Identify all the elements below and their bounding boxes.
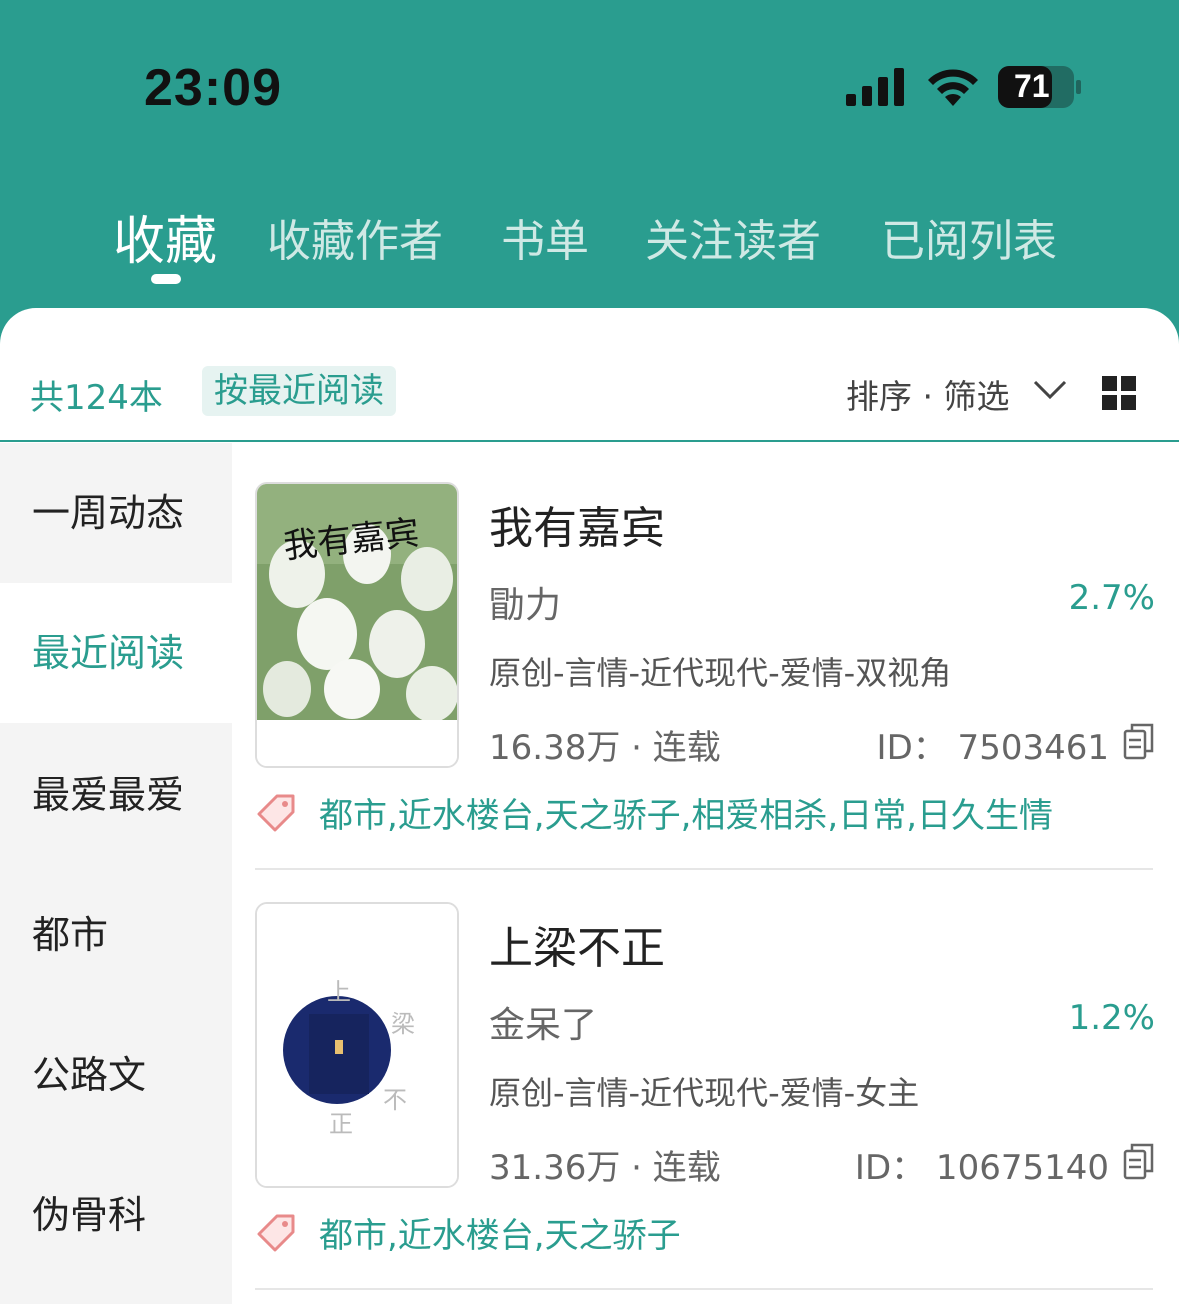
- book-id: ID： 7503461: [876, 728, 1109, 768]
- cover-char: 梁: [391, 1010, 415, 1038]
- list-divider: [255, 1288, 1153, 1290]
- sort-filter-button[interactable]: 排序 · 筛选: [846, 370, 1009, 418]
- cover-char: 正: [329, 1110, 353, 1138]
- cellular-signal-icon: [846, 68, 904, 106]
- book-tags[interactable]: 都市,近水楼台,天之骄子: [319, 1208, 681, 1257]
- tab-booklists[interactable]: 书单: [501, 205, 589, 269]
- list-toolbar: 共124本 按最近阅读 排序 · 筛选: [0, 308, 1179, 442]
- tab-favorite-authors[interactable]: 收藏作者: [267, 205, 443, 269]
- book-stats: 16.38万 · 连载: [489, 728, 721, 768]
- read-progress: 1.2%: [1068, 998, 1155, 1038]
- read-progress: 2.7%: [1068, 578, 1155, 618]
- category-sidebar: 一周动态 最近阅读 最爱最爱 都市 公路文 伪骨科: [0, 443, 232, 1304]
- sidebar-item-recent[interactable]: 最近阅读: [0, 583, 232, 723]
- list-divider: [255, 868, 1153, 870]
- sidebar-item-pseudo-sibling[interactable]: 伪骨科: [0, 1145, 232, 1285]
- active-tab-indicator: [151, 274, 181, 284]
- book-id: ID： 10675140: [854, 1148, 1109, 1188]
- book-genre: 原创-言情-近代现代-爱情-女主: [489, 1074, 920, 1112]
- tab-favorites[interactable]: 收藏: [113, 199, 217, 274]
- book-author[interactable]: 金呆了: [489, 996, 597, 1048]
- copy-icon[interactable]: [1123, 1142, 1155, 1180]
- book-cover[interactable]: 上 梁 不 正: [255, 902, 459, 1188]
- book-title[interactable]: 上梁不正: [489, 912, 665, 976]
- tab-read-list[interactable]: 已阅列表: [881, 205, 1057, 269]
- app-header: 23:09 71 收藏 收藏作者 书单 关注读者 已阅列表: [0, 0, 1179, 330]
- book-count: 共124本: [30, 378, 163, 418]
- book-cover[interactable]: 我有嘉宾: [255, 482, 459, 768]
- book-stats: 31.36万 · 连载: [489, 1148, 721, 1188]
- chevron-down-icon[interactable]: [1032, 378, 1068, 402]
- content-card: 共124本 按最近阅读 排序 · 筛选 一周动态 最近阅读 最爱最爱 都市 公路…: [0, 308, 1179, 1304]
- sort-chip[interactable]: 按最近阅读: [202, 366, 396, 416]
- copy-icon[interactable]: [1123, 722, 1155, 760]
- battery-level: 71: [1014, 68, 1050, 104]
- sidebar-item-weekly[interactable]: 一周动态: [0, 443, 232, 583]
- status-time: 23:09: [144, 59, 282, 117]
- book-tags[interactable]: 都市,近水楼台,天之骄子,相爱相杀,日常,日久生情: [319, 788, 1053, 837]
- cover-char: 不: [383, 1086, 407, 1114]
- grid-view-icon[interactable]: [1102, 376, 1136, 410]
- tab-followed-readers[interactable]: 关注读者: [645, 205, 821, 269]
- book-genre: 原创-言情-近代现代-爱情-双视角: [489, 654, 952, 692]
- wifi-icon: [928, 69, 978, 106]
- book-author[interactable]: 勖力: [489, 576, 561, 628]
- sidebar-item-urban[interactable]: 都市: [0, 865, 232, 1005]
- sidebar-item-favorites[interactable]: 最爱最爱: [0, 725, 232, 865]
- tag-icon: [257, 1214, 295, 1252]
- battery-icon: 71: [998, 66, 1082, 108]
- sidebar-item-roadtrip[interactable]: 公路文: [0, 1005, 232, 1145]
- book-title[interactable]: 我有嘉宾: [489, 492, 665, 556]
- cover-char: 上: [327, 978, 351, 1006]
- tag-icon: [257, 794, 295, 832]
